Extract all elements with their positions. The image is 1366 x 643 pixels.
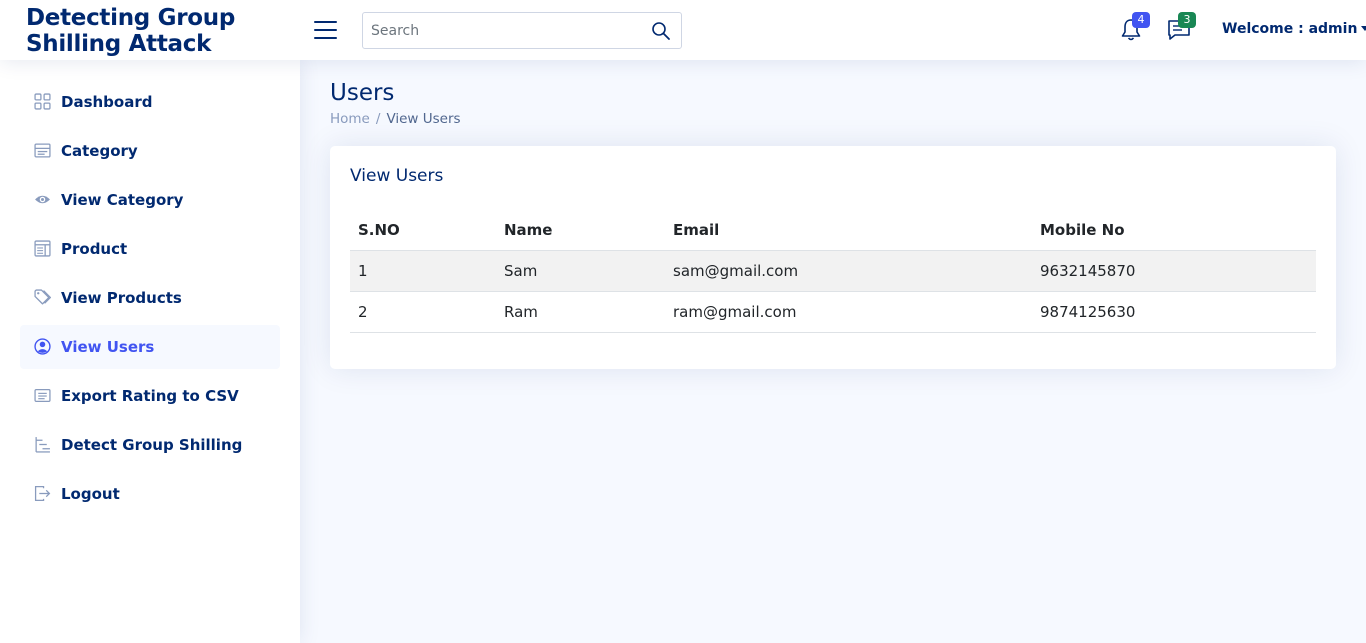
sidebar-item-view-users[interactable]: View Users (20, 325, 280, 369)
cell-sno: 2 (350, 291, 496, 333)
sidebar-item-logout[interactable]: Logout (20, 472, 280, 516)
grid-icon (34, 93, 51, 110)
messages-badge: 3 (1178, 12, 1196, 28)
sidebar-item-export-rating[interactable]: Export Rating to CSV (20, 374, 280, 418)
sidebar-item-product[interactable]: Product (20, 227, 280, 271)
header: Detecting Group Shilling Attack 4 3 Welc… (0, 0, 1366, 60)
sidebar-item-label: View Products (61, 289, 182, 307)
logo-line-2: Shilling Attack (26, 31, 212, 57)
search-input[interactable] (363, 13, 643, 48)
sidebar-item-label: Dashboard (61, 93, 153, 111)
sidebar-item-detect-group-shilling[interactable]: Detect Group Shilling (20, 423, 280, 467)
cell-name: Ram (496, 291, 665, 333)
layout-text-icon (34, 143, 51, 158)
cell-mobile: 9874125630 (1032, 291, 1316, 333)
cell-sno: 1 (350, 250, 496, 292)
notifications-badge: 4 (1132, 12, 1150, 28)
tags-icon (34, 289, 51, 305)
layout-text-window-icon (34, 240, 51, 257)
table-header-row: S.NO Name Email Mobile No (350, 210, 1316, 251)
caret-down-icon (1361, 26, 1366, 31)
table-row: 2 Ram ram@gmail.com 9874125630 (350, 291, 1316, 333)
sidebar-item-label: Category (61, 142, 138, 160)
sidebar-item-view-products[interactable]: View Products (20, 276, 280, 320)
logo[interactable]: Detecting Group Shilling Attack (26, 5, 276, 57)
sidebar-item-label: View Users (61, 338, 155, 356)
box-arrow-right-icon (34, 485, 51, 502)
column-header-mobile: Mobile No (1032, 210, 1316, 251)
users-card: View Users S.NO Name Email Mobile No 1 S… (330, 146, 1336, 369)
sidebar-item-category[interactable]: Category (20, 129, 280, 173)
sidebar-item-view-category[interactable]: View Category (20, 178, 280, 222)
sidebar-toggle-icon[interactable] (314, 21, 337, 39)
breadcrumb-current: View Users (386, 111, 461, 127)
sidebar-item-label: Logout (61, 485, 120, 503)
sidebar-item-label: Detect Group Shilling (61, 436, 243, 454)
column-header-email: Email (665, 210, 1032, 251)
breadcrumb-separator: / (375, 111, 381, 127)
profile-dropdown[interactable]: Welcome : admin (1222, 21, 1366, 37)
cell-name: Sam (496, 250, 665, 292)
card-title: View Users (350, 166, 444, 186)
cell-email: ram@gmail.com (665, 291, 1032, 333)
sidebar-item-label: Export Rating to CSV (61, 387, 239, 405)
list-nested-icon (35, 437, 50, 453)
cell-mobile: 9632145870 (1032, 250, 1316, 292)
breadcrumb: Home / View Users (330, 111, 461, 127)
users-table: S.NO Name Email Mobile No 1 Sam sam@gmai… (350, 210, 1316, 333)
person-circle-icon (34, 338, 51, 355)
eye-icon (35, 195, 50, 204)
search-icon[interactable] (651, 21, 671, 41)
page-title: Users (330, 80, 395, 106)
cell-email: sam@gmail.com (665, 250, 1032, 292)
logo-line-1: Detecting Group (26, 5, 236, 31)
sidebar-item-dashboard[interactable]: Dashboard (20, 80, 280, 124)
sidebar-item-label: Product (61, 240, 128, 258)
messages-button[interactable]: 3 (1166, 12, 1196, 44)
search-bar (362, 12, 682, 49)
notifications-button[interactable]: 4 (1120, 12, 1150, 44)
sidebar-item-label: View Category (61, 191, 184, 209)
breadcrumb-home-link[interactable]: Home (330, 111, 370, 127)
column-header-name: Name (496, 210, 665, 251)
profile-label: Welcome : admin (1222, 21, 1358, 37)
table-row: 1 Sam sam@gmail.com 9632145870 (350, 250, 1316, 292)
column-header-sno: S.NO (350, 210, 496, 251)
card-list-icon (34, 389, 51, 402)
sidebar: Dashboard Category View Category Product (0, 60, 300, 643)
